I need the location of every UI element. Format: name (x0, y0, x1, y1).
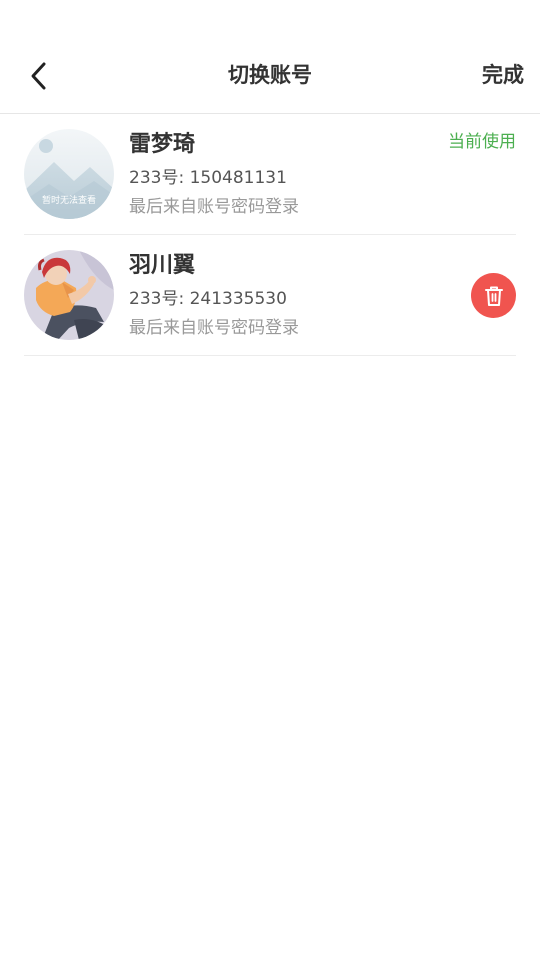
account-item[interactable]: 暂时无法查看 雷梦琦 233号: 150481131 最后来自账号密码登录 当前… (24, 114, 516, 235)
account-id: 233号: 241335530 (129, 289, 287, 309)
avatar-placeholder: 暂时无法查看 (24, 129, 114, 219)
account-name: 羽川翼 (129, 253, 196, 278)
page-title: 切换账号 (228, 63, 312, 87)
trash-icon (484, 286, 503, 306)
account-login-method: 最后来自账号密码登录 (129, 197, 299, 217)
account-list: 暂时无法查看 雷梦琦 233号: 150481131 最后来自账号密码登录 当前… (24, 114, 516, 356)
avatar-image (24, 250, 114, 340)
account-item[interactable]: 羽川翼 233号: 241335530 最后来自账号密码登录 (24, 235, 516, 356)
switch-account-screen: 切换账号 完成 暂时无法查看 雷梦琦 233号: 150481131 最后来自账… (0, 0, 540, 960)
done-button[interactable]: 完成 (482, 60, 524, 90)
avatar (24, 250, 114, 340)
account-name: 雷梦琦 (129, 132, 196, 157)
navigation-bar: 切换账号 完成 (0, 38, 540, 114)
avatar-placeholder-caption: 暂时无法查看 (41, 196, 96, 206)
delete-account-button[interactable] (471, 273, 516, 318)
current-account-badge: 当前使用 (448, 132, 516, 152)
account-login-method: 最后来自账号密码登录 (129, 318, 299, 338)
account-id: 233号: 150481131 (129, 168, 287, 188)
